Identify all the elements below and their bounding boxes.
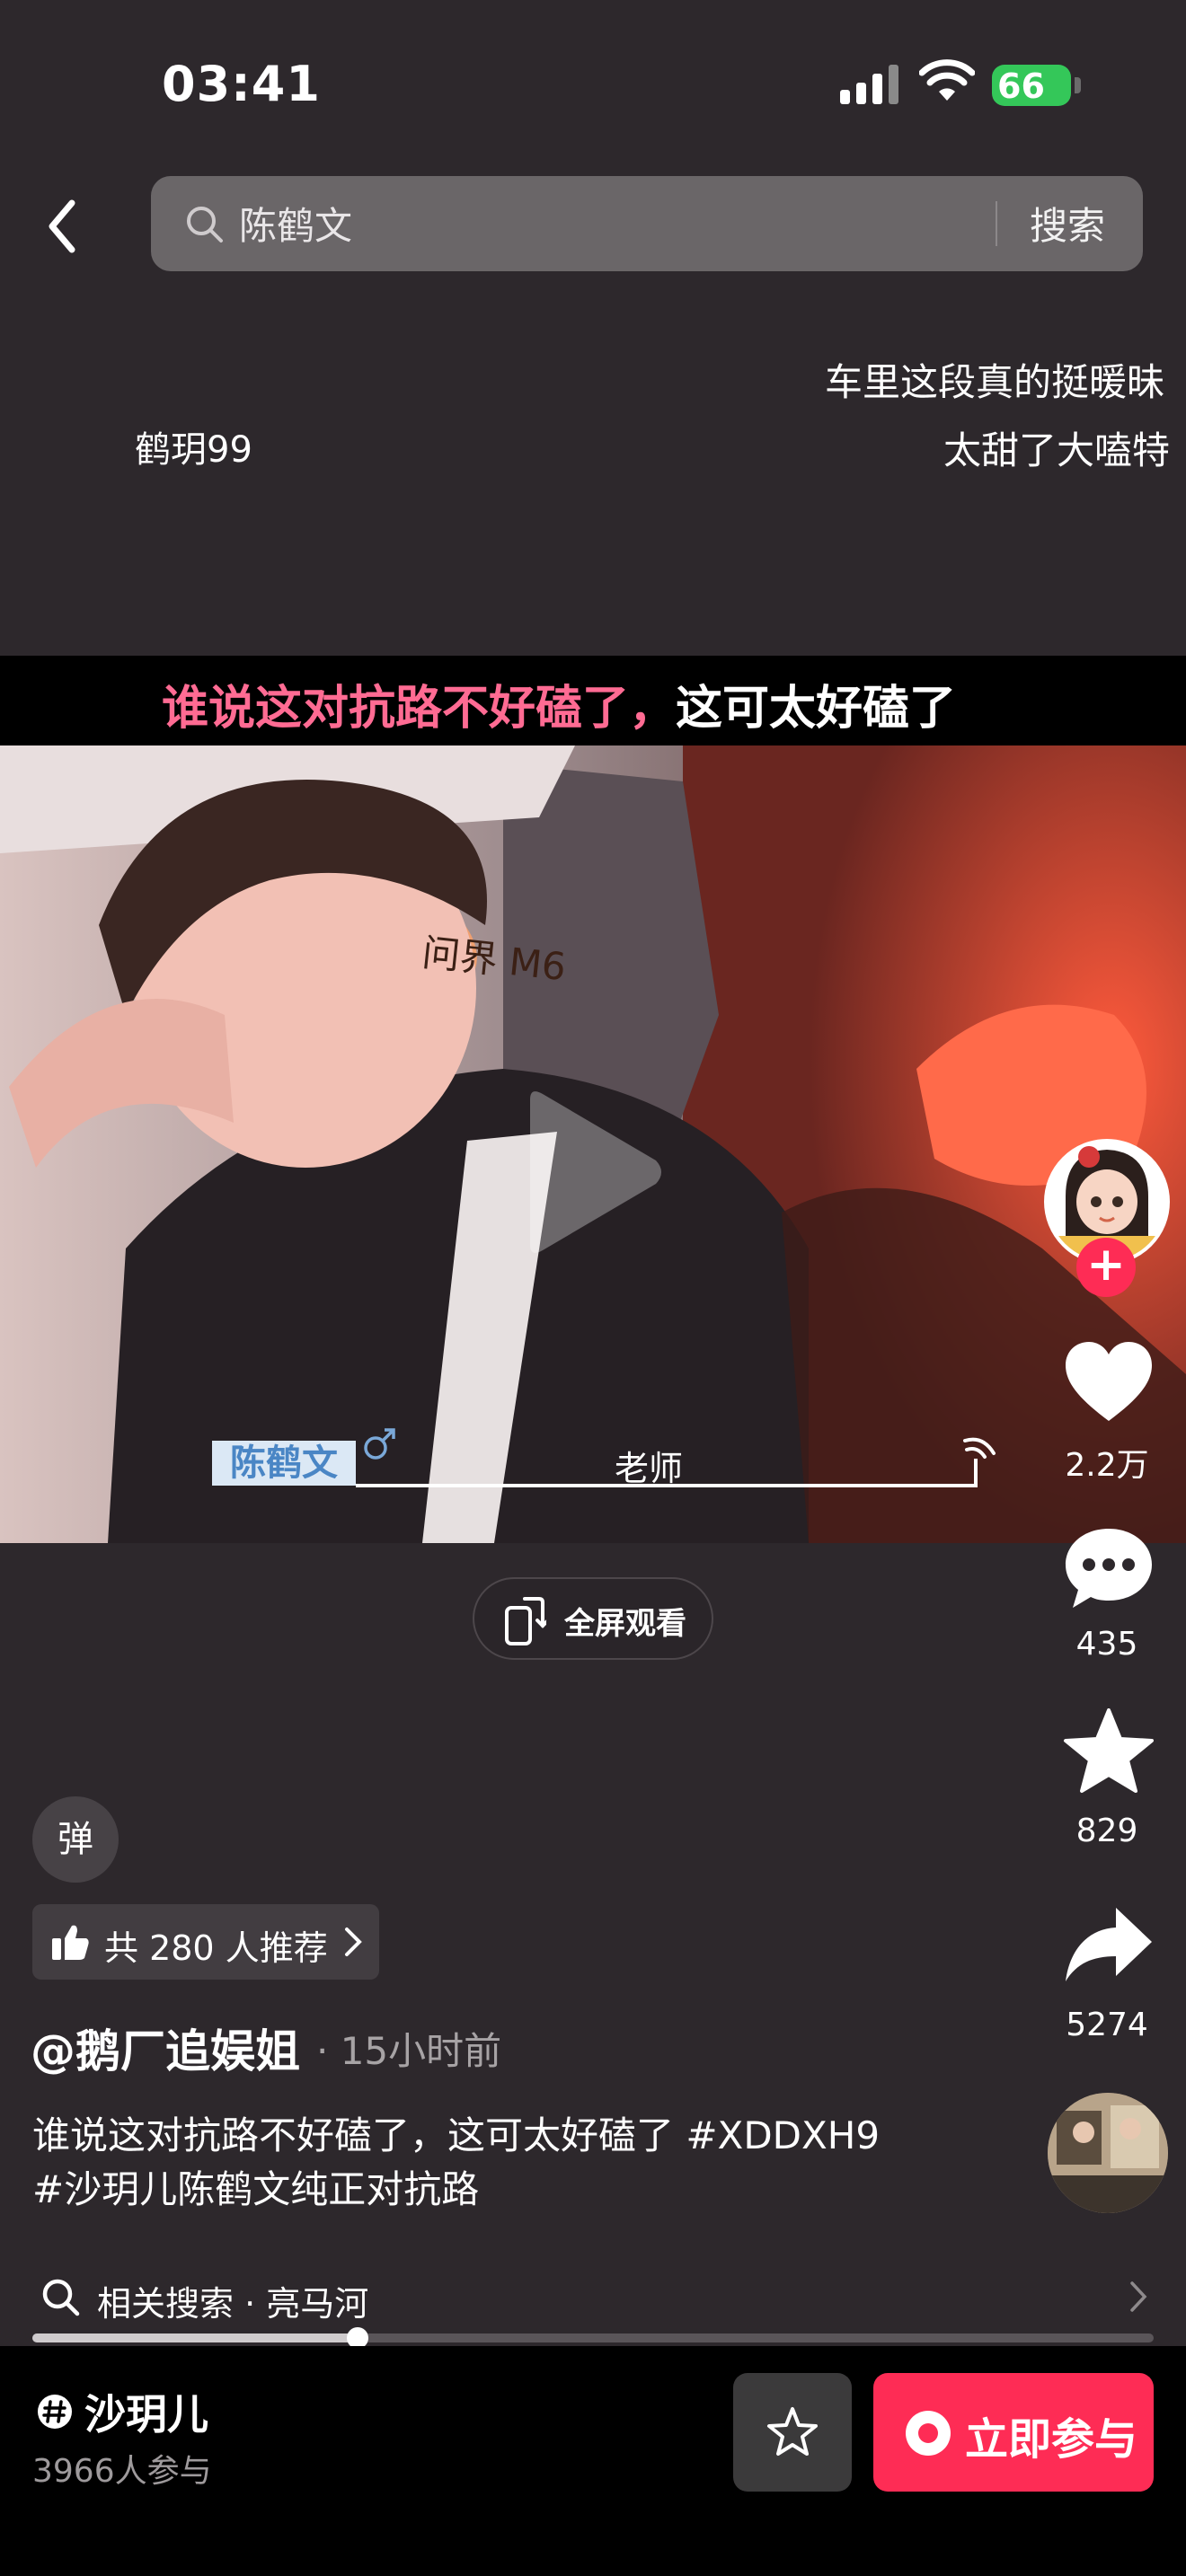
video-caption-band: 谁说这对抗路不好磕了，这可太好磕了	[0, 656, 1186, 745]
comment-icon[interactable]	[1062, 1525, 1155, 1611]
male-icon	[364, 1428, 395, 1460]
camera-icon	[906, 2411, 951, 2456]
wifi-icon	[919, 59, 975, 101]
danmu-comment: 太甜了大嗑特	[943, 428, 1171, 472]
search-icon	[42, 2279, 80, 2316]
video-hashtag[interactable]: #沙玥儿陈鹤文纯正对抗路	[32, 2159, 479, 2214]
video-caption: 谁说这对抗路不好磕了，这可太好磕了	[162, 670, 956, 737]
thumbs-up-icon	[52, 1925, 89, 1960]
hashtag-icon	[38, 2395, 72, 2429]
battery-icon: 66	[992, 65, 1071, 106]
comment-count: 435	[1075, 1626, 1138, 1663]
join-button[interactable]: 立即参与	[873, 2373, 1154, 2492]
battery-level: 66	[997, 66, 1045, 106]
chevron-right-icon[interactable]	[1128, 2280, 1148, 2314]
caption-rest: 这可太好磕了	[676, 682, 957, 736]
music-cover-image	[1048, 2093, 1168, 2213]
signal-wave-icon	[961, 1437, 996, 1487]
post-time: · 15小时前	[316, 2029, 502, 2073]
follow-button[interactable]: +	[1076, 1238, 1136, 1297]
related-search-label: 相关搜索 · 亮马河	[97, 2284, 369, 2324]
music-disc[interactable]	[1048, 2093, 1168, 2213]
chevron-right-icon	[345, 1928, 362, 1956]
rotate-screen-icon	[505, 1597, 546, 1645]
favorite-topic-button[interactable]	[733, 2373, 852, 2492]
like-count: 2.2万	[1065, 1447, 1149, 1484]
tag-underline	[356, 1484, 976, 1487]
recommend-chip[interactable]: 共 280 人推荐	[32, 1904, 379, 1980]
danmu-comment: 车里这段真的挺暖昧	[825, 360, 1165, 404]
author-name[interactable]: @鹅厂追娱姐	[31, 2016, 300, 2080]
join-label: 立即参与	[965, 2414, 1138, 2465]
share-arrow-icon[interactable]	[1062, 1902, 1155, 1989]
search-divider	[996, 201, 997, 246]
favorite-count: 829	[1075, 1813, 1138, 1849]
progress-fill	[32, 2333, 358, 2342]
person-tag: 陈鹤文	[212, 1441, 356, 1486]
like-heart-icon[interactable]	[1062, 1340, 1155, 1426]
video-progress-bar[interactable]	[32, 2327, 1154, 2349]
cellular-signal-icon	[840, 65, 898, 104]
status-time: 03:41	[162, 56, 321, 112]
recommend-label: 共 280 人推荐	[104, 1928, 328, 1968]
person-subtitle: 老师	[615, 1449, 684, 1488]
play-icon[interactable]	[521, 1087, 665, 1257]
favorite-star-icon[interactable]	[1062, 1708, 1155, 1795]
back-arrow-icon[interactable]	[36, 190, 90, 262]
topic-name[interactable]: 沙玥儿	[84, 2382, 208, 2441]
search-bar[interactable]: 陈鹤文 搜索	[151, 176, 1143, 271]
topic-participants: 3966人参与	[32, 2453, 212, 2490]
search-input[interactable]: 陈鹤文	[239, 196, 352, 251]
danmu-comment: 鹤玥99	[135, 429, 252, 471]
battery-nub	[1075, 77, 1081, 93]
share-count: 5274	[1066, 2007, 1148, 2043]
search-icon	[187, 207, 223, 243]
search-button[interactable]: 搜索	[1030, 196, 1105, 251]
bottom-topic-bar: 沙玥儿 3966人参与 立即参与	[0, 2346, 1186, 2576]
caption-highlight: 谁说这对抗路不好磕了，	[162, 682, 677, 736]
video-description: 谁说这对抗路不好磕了，这可太好磕了 #XDDXH9	[32, 2113, 881, 2157]
fullscreen-button[interactable]: 全屏观看	[473, 1577, 713, 1660]
star-outline-icon	[767, 2407, 818, 2456]
fullscreen-label: 全屏观看	[564, 1606, 686, 1642]
danmu-toggle-button[interactable]: 弹	[32, 1796, 119, 1883]
